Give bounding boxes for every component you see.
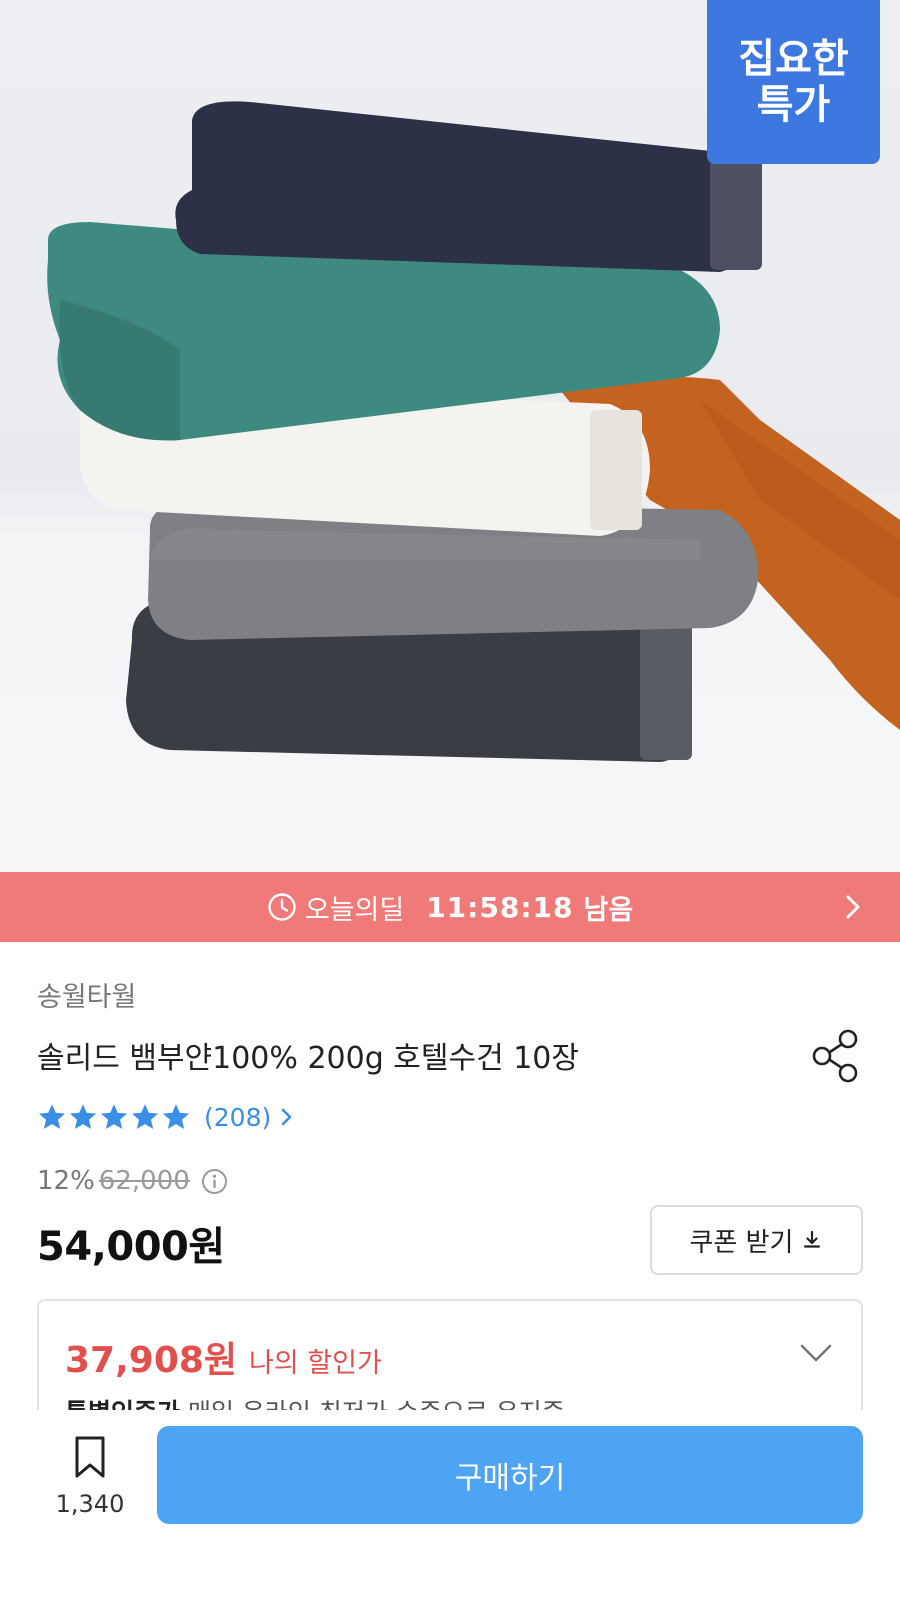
discount-percent: 12% <box>37 1166 95 1196</box>
star-icon <box>101 1104 127 1129</box>
star-icon <box>132 1104 158 1129</box>
sale-price: 54,000원 <box>37 1224 225 1270</box>
deal-countdown: 11:58:18 <box>426 890 574 924</box>
badge-line-2: 특가 <box>756 82 831 128</box>
buy-button[interactable]: 구매하기 <box>157 1426 863 1524</box>
discount-row: 12% 62,000 <box>37 1164 228 1198</box>
info-icon[interactable] <box>201 1168 228 1195</box>
rating-row[interactable]: (208) <box>37 1100 295 1134</box>
bookmark-button[interactable]: 1,340 <box>55 1434 125 1518</box>
star-icon <box>163 1104 189 1129</box>
chevron-right-icon[interactable] <box>838 892 868 922</box>
star-icon <box>39 1104 65 1129</box>
badge-line-1: 집요한 <box>738 36 849 82</box>
brand-name[interactable]: 송월타월 <box>37 975 136 1014</box>
download-icon <box>804 1230 821 1248</box>
review-count[interactable]: (208) <box>204 1103 271 1132</box>
share-icon[interactable] <box>810 1028 862 1084</box>
chevron-down-icon[interactable] <box>799 1341 833 1365</box>
chevron-right-icon <box>281 1108 292 1126</box>
get-coupon-button[interactable]: 쿠폰 받기 <box>650 1205 863 1275</box>
bookmark-count: 1,340 <box>55 1490 125 1518</box>
product-image[interactable]: 집요한 특가 <box>0 0 900 872</box>
my-discount-price-card[interactable]: 37,908원 나의 할인가 특별인증가 매일 온라인 최저가 수준으로 유지중 <box>37 1299 863 1419</box>
clock-icon <box>268 893 296 921</box>
original-price: 62,000 <box>98 1166 190 1196</box>
deal-remaining-suffix: 남음 <box>583 894 634 926</box>
todays-deal-bar[interactable]: 오늘의딜 11:58:18 남음 <box>0 872 900 942</box>
bottom-action-bar: 1,340 구매하기 <box>0 1410 900 1614</box>
special-deal-badge: 집요한 특가 <box>707 0 880 164</box>
deal-label: 오늘의딜 <box>304 894 405 926</box>
star-rating <box>37 1102 192 1132</box>
my-discount-price: 37,908원 <box>65 1340 238 1381</box>
coupon-label: 쿠폰 받기 <box>689 1227 794 1258</box>
my-discount-label: 나의 할인가 <box>249 1348 382 1379</box>
star-icon <box>70 1104 96 1129</box>
product-title: 솔리드 뱀부얀100% 200g 호텔수건 10장 <box>37 1041 579 1076</box>
bookmark-icon <box>75 1436 105 1478</box>
